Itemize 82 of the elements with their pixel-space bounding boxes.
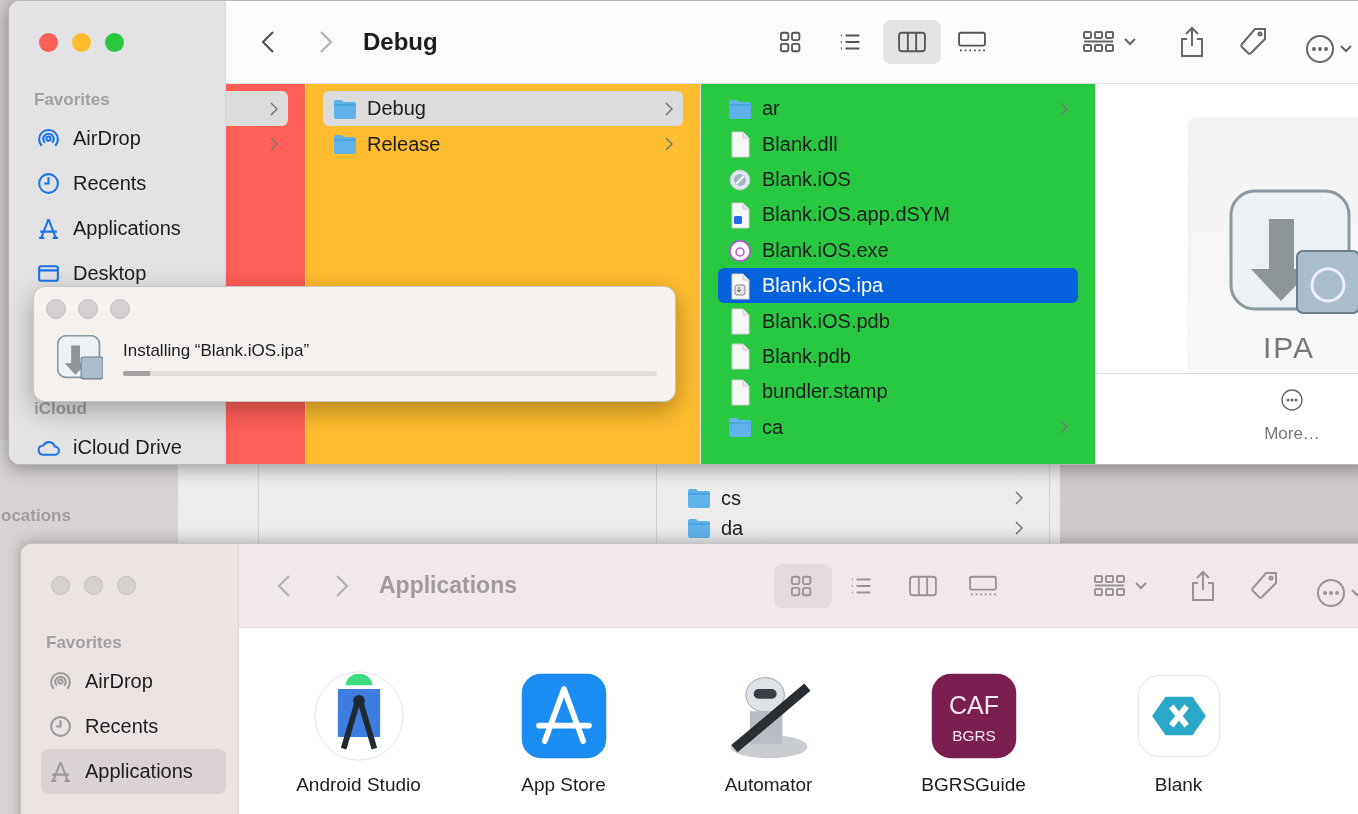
window-control[interactable]: [39, 32, 58, 52]
file-row[interactable]: Blank.iOS.ipa: [718, 267, 1078, 304]
window-title: Debug: [363, 28, 438, 56]
sidebar-item[interactable]: Applications: [29, 206, 213, 251]
more-icon[interactable]: [1280, 388, 1304, 412]
document-icon: [728, 377, 752, 406]
columns-icon: [909, 573, 937, 598]
tag-icon[interactable]: [1248, 569, 1280, 602]
chevron-icon: [1015, 491, 1023, 505]
sidebar-heading: Favorites: [33, 89, 111, 111]
chevron-icon: [1060, 101, 1068, 116]
chevron-icon: [270, 137, 278, 152]
file-row[interactable]: da: [677, 513, 1033, 543]
apps-icon: [48, 759, 73, 784]
file-row[interactable]: Blank.iOS.pdb: [718, 303, 1078, 339]
icon-text: BGRS: [951, 726, 996, 744]
chevron-icon: [1060, 420, 1068, 435]
file-type-label: IPA: [1262, 331, 1316, 365]
document-icon: [728, 307, 752, 336]
chevron-icon: [665, 137, 673, 152]
file-row[interactable]: cs: [677, 483, 1033, 513]
group-icon[interactable]: [1083, 29, 1139, 55]
file-row[interactable]: Blank.iOS.exe: [718, 232, 1078, 268]
more-label[interactable]: More…: [1264, 424, 1320, 444]
app-name[interactable]: BGRSGuide: [921, 774, 1026, 796]
forward-icon[interactable]: [335, 572, 349, 599]
file-row[interactable]: Blank.iOS: [718, 161, 1078, 198]
document-icon: [728, 200, 752, 229]
share-icon[interactable]: [1190, 569, 1216, 602]
file-row[interactable]: ar: [718, 91, 1078, 127]
file-row[interactable]: Debug: [323, 91, 683, 127]
sidebar-item[interactable]: Recents: [29, 161, 213, 206]
icon-text: CAF: [948, 691, 999, 720]
window-control[interactable]: [72, 32, 91, 52]
document-icon: [728, 130, 752, 159]
document-icon: [728, 342, 752, 371]
window-control[interactable]: [51, 575, 70, 595]
gallery-icon: [969, 573, 997, 598]
group-icon[interactable]: [1094, 572, 1150, 599]
apps-icon: [36, 216, 61, 241]
window-title: Applications: [379, 572, 517, 599]
window-control[interactable]: [78, 299, 98, 319]
file-row[interactable]: ca: [718, 409, 1078, 445]
sidebar-item[interactable]: Recents: [41, 704, 226, 749]
chevron-icon: [270, 101, 278, 116]
sidebar-item[interactable]: iCloud Drive: [29, 425, 213, 464]
installer-document-icon: [728, 271, 752, 300]
window-control[interactable]: [105, 32, 124, 52]
sidebar-item[interactable]: AirDrop: [41, 659, 226, 704]
file-row[interactable]: Blank.pdb: [718, 338, 1078, 375]
file-row[interactable]: bundler.stamp: [718, 374, 1078, 410]
forward-icon[interactable]: [319, 29, 333, 55]
clock-icon: [48, 714, 73, 739]
gallery-icon: [958, 30, 986, 54]
view-mode-button[interactable]: [883, 20, 941, 64]
app-name[interactable]: Automator: [724, 774, 813, 796]
sidebar-heading: iCloud: [33, 398, 88, 420]
tag-icon[interactable]: [1237, 26, 1269, 58]
app-name[interactable]: Blank: [1154, 774, 1203, 796]
back-icon[interactable]: [261, 29, 275, 55]
file-row[interactable]: Blank.iOS.app.dSYM: [718, 197, 1078, 233]
file-row[interactable]: Blank.dll: [718, 126, 1078, 162]
file-row[interactable]: Release: [323, 126, 683, 162]
window-control[interactable]: [110, 299, 130, 319]
share-icon[interactable]: [1179, 26, 1205, 58]
chevron-icon: [665, 101, 673, 116]
folder-row[interactable]: [226, 91, 288, 127]
sidebar-item[interactable]: Desktop: [29, 251, 213, 296]
status-message: Installing “Blank.iOS.ipa”: [123, 340, 311, 361]
installer-icon: [57, 335, 103, 381]
chevron-icon: [1015, 521, 1023, 535]
window-control[interactable]: [117, 575, 136, 595]
clock-icon: [36, 171, 61, 196]
sidebar-item[interactable]: AirDrop: [29, 116, 213, 161]
sidebar-heading: ocations: [1, 506, 71, 525]
columns-icon: [898, 30, 926, 54]
sidebar-item[interactable]: Applications: [41, 749, 226, 794]
sidebar-heading: Favorites: [45, 632, 123, 654]
window-control[interactable]: [46, 299, 66, 319]
app-name[interactable]: Android Studio: [296, 774, 421, 796]
window-control[interactable]: [84, 575, 103, 595]
app-name[interactable]: App Store: [521, 774, 606, 796]
